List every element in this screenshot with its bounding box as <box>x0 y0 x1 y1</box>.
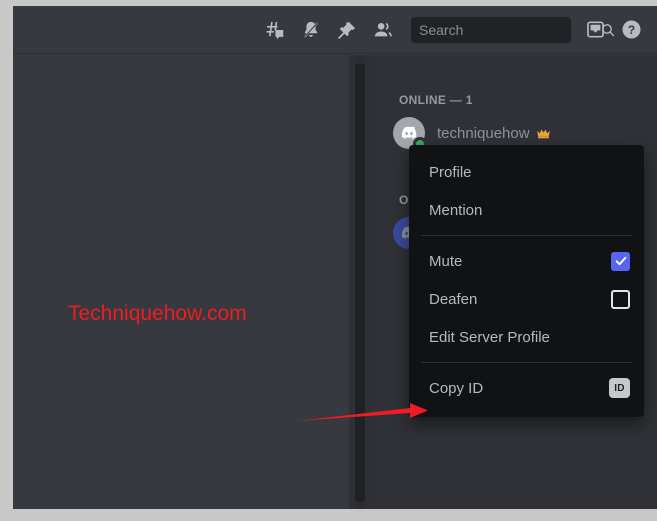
pin-icon[interactable] <box>329 13 365 47</box>
discord-window: ? Techniquehow.com ONLINE — 1 <box>13 6 657 509</box>
menu-item-mention[interactable]: Mention <box>409 191 644 229</box>
user-context-menu: Profile Mention Mute Deafen Edit Server … <box>409 145 644 417</box>
menu-item-profile[interactable]: Profile <box>409 153 644 191</box>
scrollbar-thumb[interactable] <box>355 63 365 503</box>
menu-item-label: Mute <box>429 252 463 270</box>
menu-item-copy-id[interactable]: Copy ID ID <box>409 369 644 407</box>
member-group-header-online: ONLINE — 1 <box>399 93 473 107</box>
menu-item-label: Copy ID <box>429 379 484 397</box>
search-box[interactable] <box>411 16 615 43</box>
menu-item-edit-server-profile[interactable]: Edit Server Profile <box>409 318 644 356</box>
deafen-checkbox[interactable] <box>611 289 630 309</box>
menu-separator <box>421 235 632 236</box>
menu-item-label: Profile <box>429 163 472 181</box>
menu-separator <box>421 362 632 363</box>
menu-item-deafen[interactable]: Deafen <box>409 280 644 318</box>
mute-checkbox[interactable] <box>611 251 630 271</box>
members-icon[interactable] <box>365 13 401 47</box>
search-icon <box>600 22 616 38</box>
channel-toolbar: ? <box>13 6 657 54</box>
svg-text:?: ? <box>627 23 634 37</box>
id-badge-icon: ID <box>609 378 630 398</box>
screenshot-root: ? Techniquehow.com ONLINE — 1 <box>0 0 657 521</box>
menu-item-label: Deafen <box>429 290 478 308</box>
chat-scroll-strip <box>349 55 373 509</box>
search-input[interactable] <box>419 21 600 38</box>
bell-slash-icon[interactable] <box>293 13 329 47</box>
watermark-text: Techniquehow.com <box>68 302 247 325</box>
menu-item-label: Edit Server Profile <box>429 328 550 346</box>
menu-item-label: Mention <box>429 201 483 219</box>
member-name: techniquehow <box>437 124 530 142</box>
threads-icon[interactable] <box>257 13 293 47</box>
help-icon[interactable]: ? <box>613 13 649 47</box>
menu-item-mute[interactable]: Mute <box>409 242 644 280</box>
crown-icon <box>536 127 551 140</box>
chat-message-area: Techniquehow.com <box>13 55 349 509</box>
